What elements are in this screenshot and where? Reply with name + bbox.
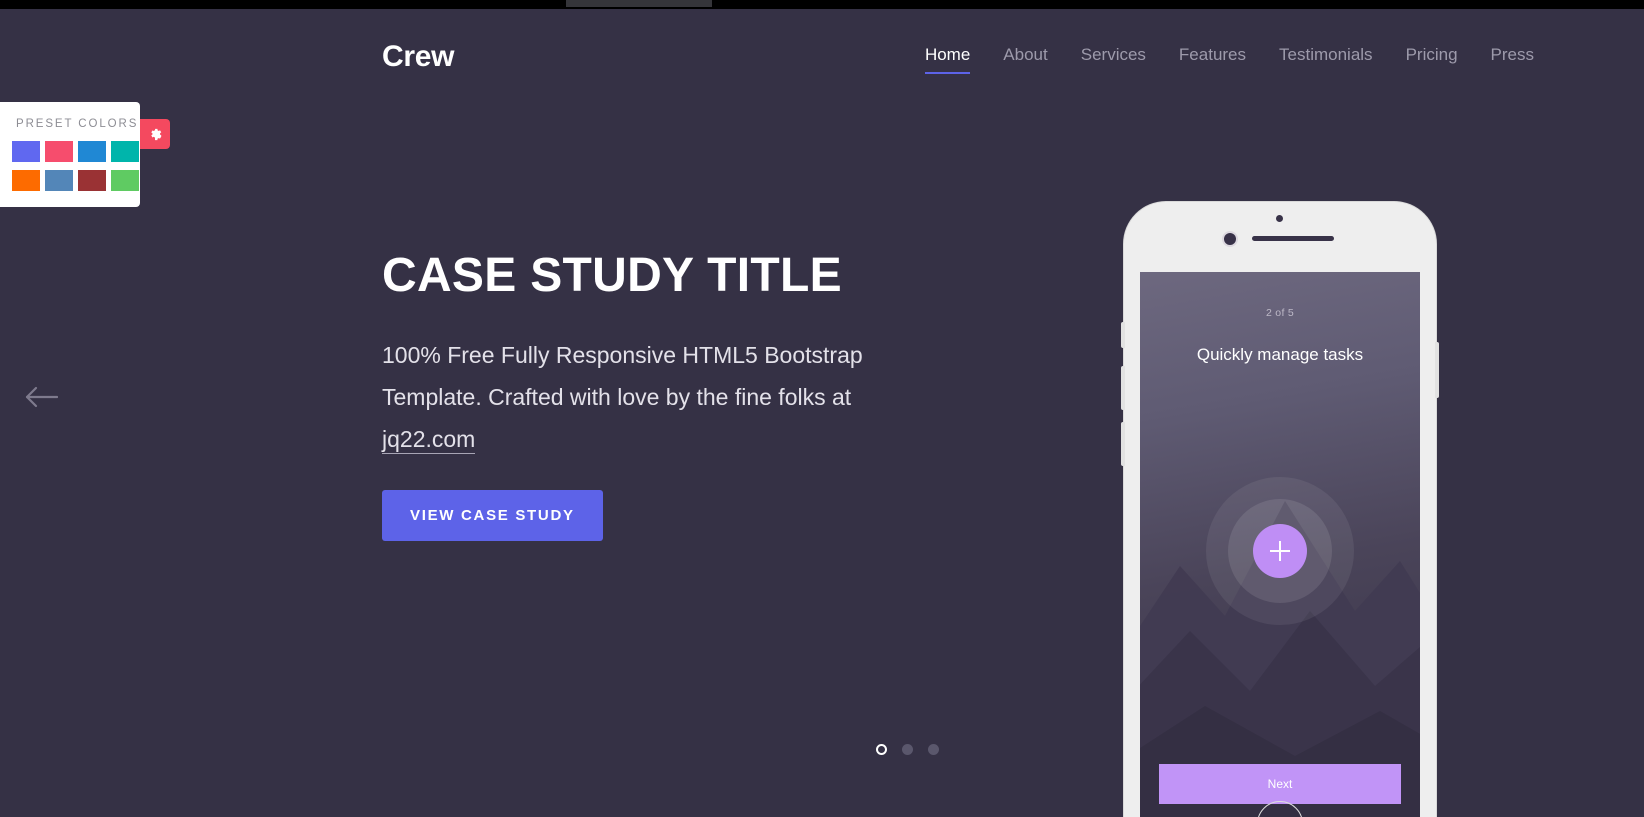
gear-icon[interactable] [140,119,170,149]
carousel-dot-3[interactable] [928,744,939,755]
preset-colors-grid [12,141,139,191]
browser-chrome-strip [0,0,1644,9]
color-swatch-orange[interactable] [12,170,40,191]
phone-screen-counter: 2 of 5 [1265,307,1295,319]
plus-icon[interactable] [1253,524,1307,578]
hero-lead-text: 100% Free Fully Responsive HTML5 Bootstr… [382,342,863,410]
nav-link-home[interactable]: Home [924,45,971,74]
carousel-dot-1[interactable] [876,744,887,755]
nav-link-testimonials[interactable]: Testimonials [1279,45,1373,72]
phone-power-button [1435,342,1439,398]
brand-logo[interactable]: Crew [382,40,454,74]
preset-colors-panel: PRESET COLORS [0,102,140,207]
nav-link-press[interactable]: Press [1491,45,1534,72]
color-swatch-steel-blue[interactable] [45,170,73,191]
phone-camera-icon [1276,215,1283,222]
color-swatch-indigo[interactable] [12,141,40,162]
nav-link-pricing[interactable]: Pricing [1406,45,1458,72]
hero-credit-link[interactable]: jq22.com [382,426,476,454]
nav-link-services[interactable]: Services [1081,45,1146,72]
page-root: Crew Home About Services Features Testim… [0,9,1644,817]
browser-tab-remnant [566,0,712,7]
phone-silent-switch [1121,322,1125,348]
page-title: CASE STUDY TITLE [382,249,842,302]
phone-speaker-icon [1252,236,1334,241]
phone-next-button[interactable]: Next [1159,764,1401,804]
phone-screen-headline: Quickly manage tasks [1196,345,1364,364]
phone-volume-down-button [1121,422,1125,466]
navbar: Crew Home About Services Features Testim… [0,9,1644,101]
view-case-study-button[interactable]: VIEW CASE STUDY [382,490,603,541]
nav-link-about[interactable]: About [1003,45,1047,72]
color-swatch-green[interactable] [111,170,139,191]
carousel-dot-2[interactable] [902,744,913,755]
nav-links: Home About Services Features Testimonial… [924,45,1534,74]
phone-sensor-icon [1224,233,1236,245]
phone-mockup: 2 of 5 Quickly manage tasks Next [1121,202,1439,817]
arrow-left-icon[interactable] [24,384,59,410]
color-swatch-teal[interactable] [111,141,139,162]
nav-link-features[interactable]: Features [1179,45,1246,72]
carousel-dots [876,744,939,755]
color-swatch-blue[interactable] [78,141,106,162]
phone-volume-up-button [1121,366,1125,410]
phone-screen: 2 of 5 Quickly manage tasks Next [1140,272,1420,817]
plus-icon-bar-vertical [1279,541,1281,561]
preset-colors-title: PRESET COLORS [16,118,139,130]
color-swatch-pink[interactable] [45,141,73,162]
color-swatch-brick-red[interactable] [78,170,106,191]
hero-lead-paragraph: 100% Free Fully Responsive HTML5 Bootstr… [382,334,942,460]
